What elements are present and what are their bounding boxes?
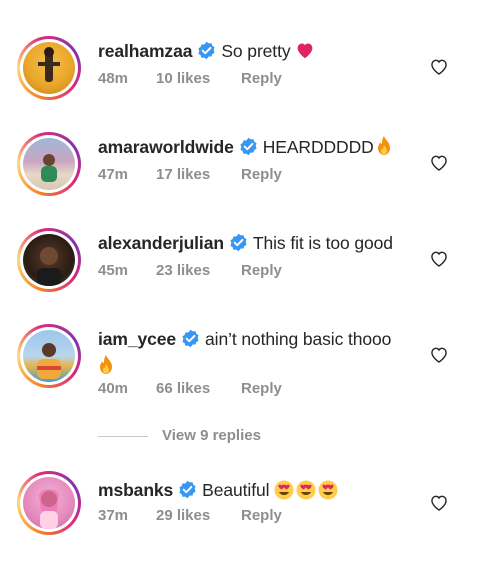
heart-emoji [295,41,315,65]
divider [98,436,148,437]
view-replies-button[interactable]: View 9 replies [98,427,398,445]
avatar[interactable] [17,324,81,388]
username[interactable]: amaraworldwide [98,137,234,157]
like-heart-icon[interactable] [429,345,449,365]
reply-button[interactable]: Reply [241,70,282,87]
fire-emoji [376,136,392,162]
comment-meta: 37m 29 likes Reply [98,507,282,524]
comment-text: So pretty [221,41,291,61]
timestamp: 47m [98,166,129,183]
username[interactable]: realhamzaa [98,41,192,61]
verified-badge-icon [178,480,197,505]
username[interactable]: iam_ycee [98,329,176,349]
like-heart-icon[interactable] [429,493,449,513]
verified-badge-icon [229,233,248,258]
avatar[interactable] [17,132,81,196]
comment-text: ain’t nothing basic thooo [205,329,392,349]
like-heart-icon[interactable] [429,57,449,77]
likes-count[interactable]: 29 likes [156,507,241,524]
likes-count[interactable]: 17 likes [156,166,241,183]
avatar[interactable] [17,228,81,292]
heart-eyes-emoji [274,480,340,506]
likes-count[interactable]: 23 likes [156,262,241,279]
comment-text: Beautiful [202,480,270,500]
comment-text: This fit is too good [252,233,393,253]
verified-badge-icon [197,41,216,66]
comment-text: HEARDDDDD [262,137,374,157]
like-heart-icon[interactable] [429,153,449,173]
avatar[interactable] [17,36,81,100]
comment-meta: 48m 10 likes Reply [98,70,282,87]
like-heart-icon[interactable] [429,249,449,269]
reply-button[interactable]: Reply [241,166,282,183]
username[interactable]: msbanks [98,480,173,500]
reply-button[interactable]: Reply [241,262,282,279]
fire-emoji [98,355,114,381]
verified-badge-icon [239,137,258,162]
timestamp: 45m [98,262,129,279]
username[interactable]: alexanderjulian [98,233,224,253]
timestamp: 40m [98,380,129,397]
verified-badge-icon [181,329,200,354]
comment-meta: 40m 66 likes Reply [98,380,282,397]
likes-count[interactable]: 10 likes [156,70,241,87]
likes-count[interactable]: 66 likes [156,380,241,397]
reply-button[interactable]: Reply [241,380,282,397]
avatar[interactable] [17,471,81,535]
timestamp: 48m [98,70,129,87]
comment-meta: 47m 17 likes Reply [98,166,282,183]
comment-meta: 45m 23 likes Reply [98,262,282,279]
reply-button[interactable]: Reply [241,507,282,524]
view-replies-label: View 9 replies [162,427,261,444]
timestamp: 37m [98,507,129,524]
